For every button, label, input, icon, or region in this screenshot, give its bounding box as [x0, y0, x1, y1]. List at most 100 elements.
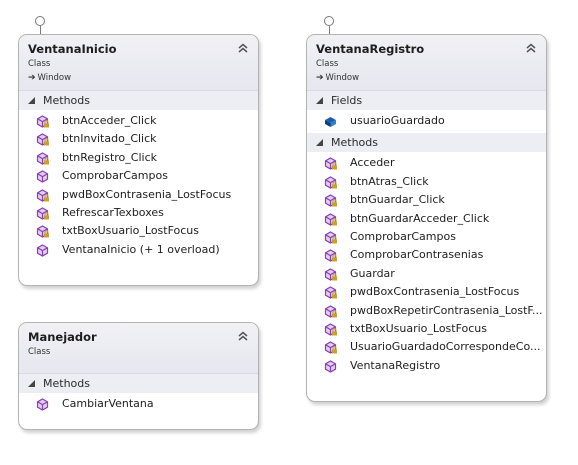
private-method-icon [324, 176, 337, 189]
member-row[interactable]: ComprobarContrasenias [307, 246, 546, 264]
class-name: Manejador [28, 330, 97, 344]
class-box-ventana-inicio[interactable]: VentanaInicio Class ➔ Window Methods btnA… [18, 34, 259, 286]
class-header: VentanaInicio Class ➔ Window [19, 35, 258, 91]
member-row[interactable]: usuarioGuardado [307, 112, 546, 130]
class-diagram-canvas: VentanaInicio Class ➔ Window Methods btnA… [0, 0, 578, 465]
member-label: btnGuardar_Click [350, 193, 445, 207]
member-row[interactable]: btnRegistro_Click [19, 149, 258, 167]
expand-triangle-icon [28, 380, 35, 387]
private-method-icon [36, 133, 49, 147]
member-label: ComprobarCampos [62, 169, 168, 183]
member-label: UsuarioGuardadoCorrespondeCo... [350, 340, 541, 354]
expand-triangle-icon [28, 97, 35, 104]
member-label: usuarioGuardado [350, 114, 445, 127]
member-label: btnGuardarAcceder_Click [350, 211, 490, 225]
class-box-manejador[interactable]: Manejador Class Methods CambiarVentana [18, 322, 259, 430]
member-label: ComprobarCampos [350, 229, 456, 243]
class-name: VentanaRegistro [316, 42, 425, 56]
member-row[interactable]: UsuarioGuardadoCorrespondeCo... [307, 338, 546, 356]
member-row[interactable]: txtBoxUsuario_LostFocus [19, 222, 258, 240]
collapse-chevron-icon[interactable] [236, 41, 250, 55]
fields-list: usuarioGuardado [307, 110, 546, 133]
private-method-icon [36, 188, 49, 202]
member-row[interactable]: pwdBoxRepetirContrasenia_LostF... [307, 302, 546, 320]
private-method-icon [324, 323, 337, 336]
private-method-icon [324, 286, 337, 299]
member-label: VentanaRegistro [350, 358, 441, 372]
private-method-icon [324, 304, 337, 318]
member-label: pwdBoxRepetirContrasenia_LostF... [350, 303, 543, 317]
methods-section-header[interactable]: Methods [19, 374, 258, 393]
member-row[interactable]: CambiarVentana [19, 395, 258, 413]
member-label: ComprobarContrasenias [350, 248, 484, 262]
member-row[interactable]: btnAtras_Click [307, 173, 546, 191]
private-method-icon [324, 249, 337, 263]
private-method-icon [324, 268, 337, 281]
member-row[interactable]: btnAcceder_Click [19, 112, 258, 130]
member-label: txtBoxUsuario_LostFocus [350, 321, 488, 335]
methods-list: CambiarVentana [19, 393, 258, 416]
field-icon [325, 117, 336, 127]
base-class-name: Window [37, 73, 72, 83]
member-row[interactable]: btnInvitado_Click [19, 130, 258, 148]
methods-list: btnAcceder_Click btnInvitado_Click btnRegi… [19, 110, 258, 262]
class-stereotype: Class [316, 59, 339, 69]
private-method-icon [324, 157, 337, 171]
member-row[interactable]: VentanaInicio (+ 1 overload) [19, 241, 258, 259]
member-label: btnInvitado_Click [62, 132, 157, 146]
member-row[interactable]: ComprobarCampos [307, 228, 546, 246]
member-label: VentanaInicio (+ 1 overload) [62, 242, 220, 256]
member-label: CambiarVentana [62, 397, 154, 410]
private-method-icon [36, 115, 49, 128]
member-row[interactable]: Guardar [307, 265, 546, 283]
member-row[interactable]: pwdBoxContrasenia_LostFocus [307, 283, 546, 301]
base-class-name: Window [325, 73, 360, 83]
member-row[interactable]: VentanaRegistro [307, 357, 546, 375]
private-method-icon [324, 341, 337, 354]
inheritance-arrow-icon: ➔ [316, 73, 324, 83]
methods-section-label: Methods [43, 94, 90, 107]
class-stereotype: Class [28, 59, 51, 69]
member-label: RefrescarTexboxes [62, 205, 164, 219]
private-method-icon [36, 152, 49, 165]
member-label: txtBoxUsuario_LostFocus [62, 224, 200, 238]
public-method-icon [36, 244, 49, 257]
base-class: ➔ Window [316, 73, 359, 83]
base-class: ➔ Window [28, 73, 71, 83]
methods-section-header[interactable]: Methods [19, 91, 258, 110]
member-row[interactable]: RefrescarTexboxes [19, 204, 258, 222]
member-row[interactable]: btnGuardar_Click [307, 191, 546, 209]
methods-section-label: Methods [43, 377, 90, 390]
methods-list: Acceder btnAtras_Click btnGuardar_Clickbtn… [307, 152, 546, 378]
member-label: btnAtras_Click [350, 174, 429, 188]
class-header: VentanaRegistro Class ➔ Window [307, 35, 546, 91]
member-label: pwdBoxContrasenia_LostFocus [350, 285, 520, 299]
member-row[interactable]: pwdBoxContrasenia_LostFocus [19, 186, 258, 204]
fields-section-label: Fields [331, 94, 363, 107]
fields-section-header[interactable]: Fields [307, 91, 546, 110]
collapse-chevron-icon[interactable] [524, 41, 538, 55]
methods-section-header[interactable]: Methods [307, 133, 546, 153]
class-name: VentanaInicio [28, 42, 117, 56]
methods-section-label: Methods [331, 136, 378, 150]
class-box-ventana-registro[interactable]: VentanaRegistro Class ➔ Window Fields usu… [306, 34, 547, 402]
expand-triangle-icon [316, 139, 323, 147]
member-row[interactable]: ComprobarCampos [19, 167, 258, 185]
public-method-icon [36, 170, 49, 183]
class-header: Manejador Class [19, 323, 258, 374]
member-label: btnAcceder_Click [62, 114, 157, 127]
member-label: Acceder [350, 156, 395, 170]
member-row[interactable]: Acceder [307, 154, 546, 172]
member-row[interactable]: txtBoxUsuario_LostFocus [307, 320, 546, 338]
collapse-chevron-icon[interactable] [236, 329, 250, 343]
private-method-icon [324, 231, 337, 244]
private-method-icon [36, 225, 49, 239]
private-method-icon [324, 212, 337, 226]
public-method-icon [324, 359, 337, 373]
member-label: Guardar [350, 266, 395, 280]
member-row[interactable]: btnGuardarAcceder_Click [307, 210, 546, 228]
class-stereotype: Class [28, 347, 51, 357]
public-method-icon [36, 398, 49, 411]
private-method-icon [324, 194, 337, 207]
member-label: pwdBoxContrasenia_LostFocus [62, 187, 232, 201]
